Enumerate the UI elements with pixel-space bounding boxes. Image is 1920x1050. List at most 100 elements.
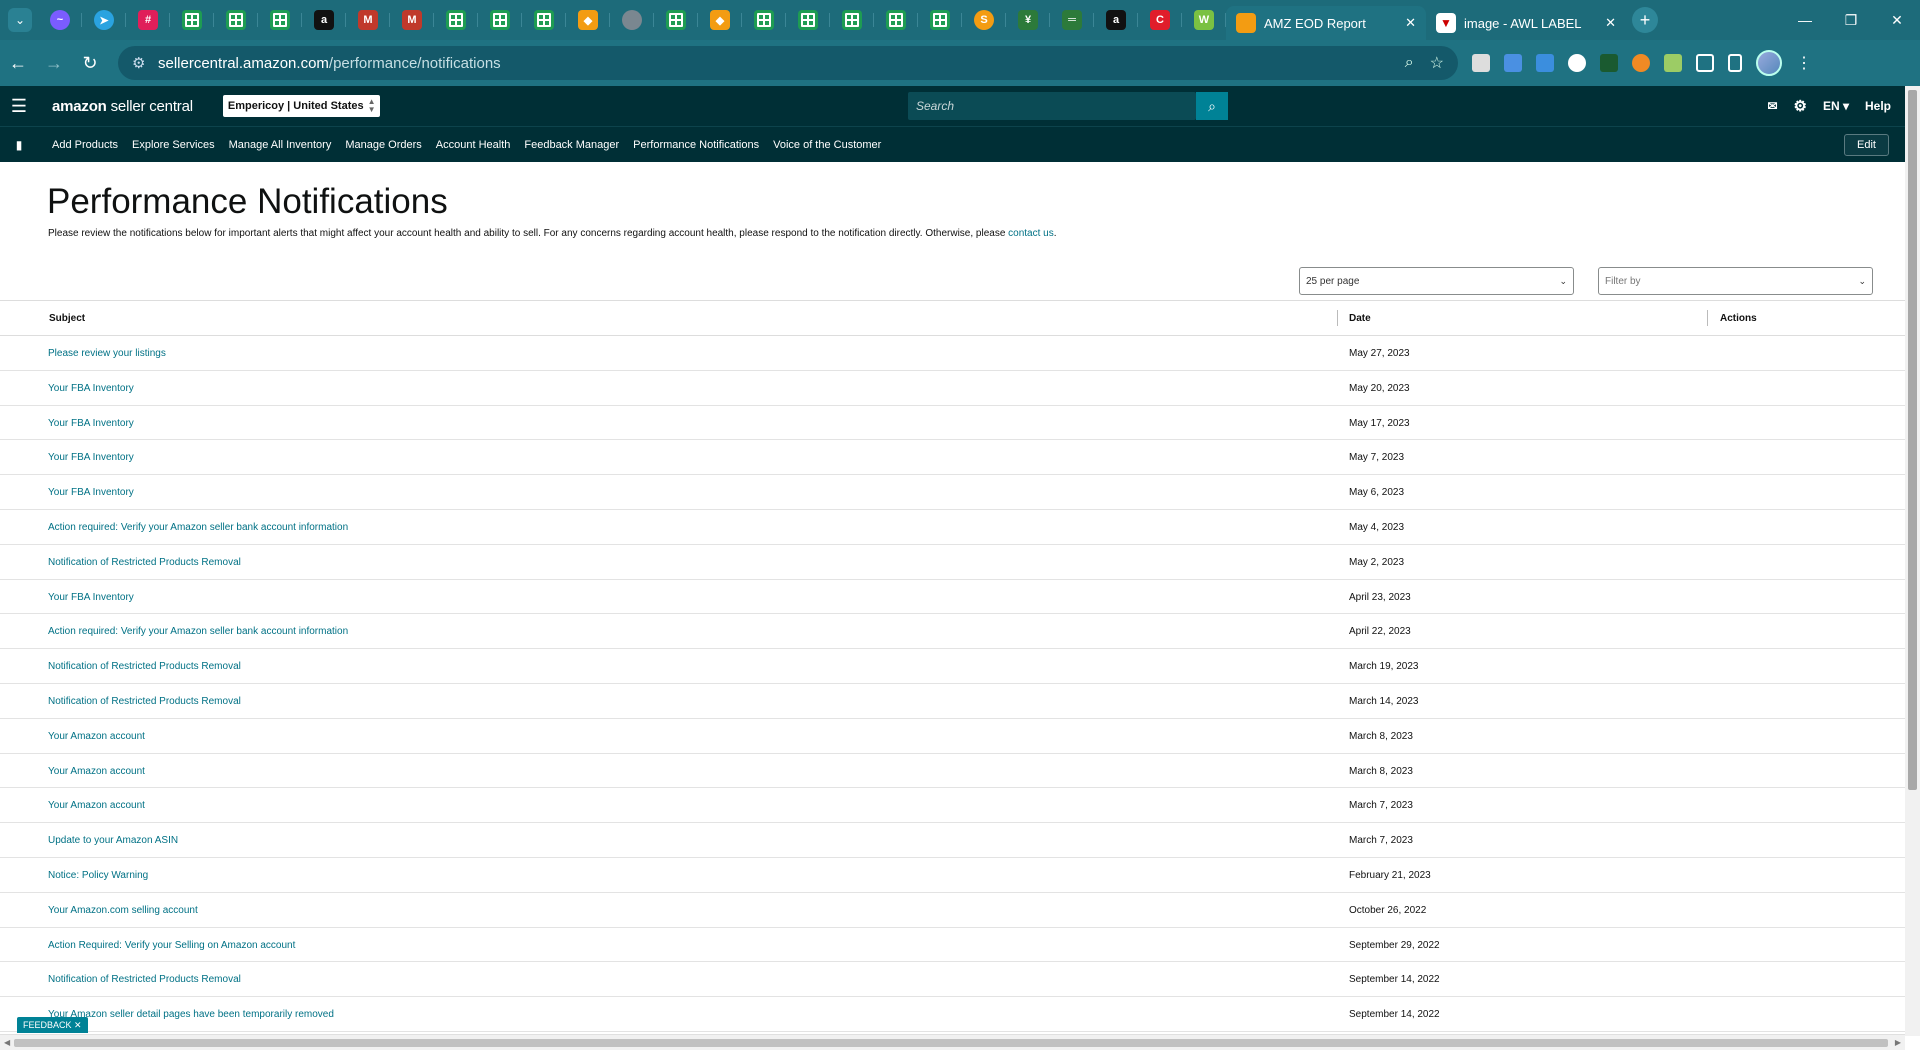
pinned-tab[interactable] — [258, 3, 302, 37]
tab-search-chevron-icon[interactable]: ⌄ — [8, 8, 32, 32]
close-icon[interactable]: ✕ — [74, 1020, 82, 1031]
notification-subject-link[interactable]: Your FBA Inventory — [48, 592, 134, 603]
scroll-left-icon[interactable]: ◀ — [4, 1038, 10, 1047]
close-window-icon[interactable]: ✕ — [1874, 12, 1920, 29]
pinned-tab[interactable]: # — [126, 3, 170, 37]
pinned-tab[interactable] — [654, 3, 698, 37]
notification-subject-link[interactable]: Notification of Restricted Products Remo… — [48, 661, 241, 672]
nav-account-health[interactable]: Account Health — [436, 139, 511, 151]
notification-subject-link[interactable]: Notice: Policy Warning — [48, 870, 148, 881]
settings-gear-icon[interactable]: ⚙ — [1794, 97, 1807, 115]
extensions-puzzle-icon[interactable] — [1696, 54, 1714, 72]
nav-manage-orders[interactable]: Manage Orders — [345, 139, 421, 151]
notification-subject-link[interactable]: Notification of Restricted Products Remo… — [48, 696, 241, 707]
edit-nav-button[interactable]: Edit — [1844, 134, 1889, 156]
col-subject[interactable]: Subject — [49, 313, 85, 324]
extension-icon[interactable] — [1568, 54, 1586, 72]
extension-icon[interactable] — [1664, 54, 1682, 72]
site-info-icon[interactable]: ⚙ — [132, 54, 148, 72]
pinned-tab[interactable] — [786, 3, 830, 37]
notification-subject-link[interactable]: Please review your listings — [48, 348, 166, 359]
extension-icon[interactable] — [1504, 54, 1522, 72]
address-bar[interactable]: ⚙ sellercentral.amazon.com/performance/n… — [118, 46, 1458, 80]
pinned-tab[interactable]: ➤ — [82, 3, 126, 37]
nav-add-products[interactable]: Add Products — [52, 139, 118, 151]
notification-subject-link[interactable]: Action required: Verify your Amazon sell… — [48, 626, 348, 637]
notification-subject-link[interactable]: Notification of Restricted Products Remo… — [48, 974, 241, 985]
new-tab-button[interactable]: + — [1632, 7, 1658, 33]
side-panel-icon[interactable] — [1728, 54, 1742, 72]
pinned-tab[interactable]: M — [346, 3, 390, 37]
search-input[interactable]: Search — [908, 92, 1196, 120]
notification-subject-link[interactable]: Your FBA Inventory — [48, 487, 134, 498]
bookmark-icon[interactable]: ▮ — [0, 138, 38, 152]
scrollbar-thumb[interactable] — [14, 1039, 1888, 1047]
scrollbar-thumb[interactable] — [1908, 90, 1917, 790]
pinned-tab[interactable] — [830, 3, 874, 37]
column-divider[interactable] — [1707, 310, 1708, 326]
pinned-tab[interactable]: S — [962, 3, 1006, 37]
pinned-tab[interactable]: ═ — [1050, 3, 1094, 37]
pinned-tab[interactable]: M — [390, 3, 434, 37]
forward-icon[interactable]: → — [36, 53, 72, 74]
nav-performance-notifications[interactable]: Performance Notifications — [633, 139, 759, 151]
pinned-tab[interactable]: ¥ — [1006, 3, 1050, 37]
seller-central-logo[interactable]: amazon seller central — [52, 98, 193, 115]
minimize-icon[interactable]: — — [1782, 12, 1828, 28]
notification-subject-link[interactable]: Notification of Restricted Products Remo… — [48, 557, 241, 568]
notification-subject-link[interactable]: Your FBA Inventory — [48, 383, 134, 394]
profile-avatar[interactable] — [1756, 50, 1782, 76]
horizontal-scrollbar[interactable]: ◀ ▶ — [0, 1034, 1905, 1050]
browser-menu-icon[interactable]: ⋮ — [1796, 53, 1812, 73]
hamburger-menu-icon[interactable]: ☰ — [0, 96, 38, 117]
nav-voice-of-the-customer[interactable]: Voice of the Customer — [773, 139, 881, 151]
pinned-tab[interactable]: W — [1182, 3, 1226, 37]
pinned-tab[interactable]: ◆ — [698, 3, 742, 37]
column-divider[interactable] — [1337, 310, 1338, 326]
notification-subject-link[interactable]: Your FBA Inventory — [48, 452, 134, 463]
search-button[interactable]: ⌕ — [1196, 92, 1228, 120]
restore-icon[interactable]: ❐ — [1828, 12, 1874, 29]
notification-subject-link[interactable]: Update to your Amazon ASIN — [48, 835, 178, 846]
contact-us-link[interactable]: contact us — [1008, 228, 1054, 239]
notification-subject-link[interactable]: Action required: Verify your Amazon sell… — [48, 522, 348, 533]
extension-icon[interactable] — [1632, 54, 1650, 72]
pinned-tab[interactable] — [918, 3, 962, 37]
bookmark-star-icon[interactable]: ☆ — [1430, 53, 1444, 73]
pinned-tab[interactable] — [874, 3, 918, 37]
notification-subject-link[interactable]: Action Required: Verify your Selling on … — [48, 940, 295, 951]
pinned-tab[interactable] — [434, 3, 478, 37]
notification-subject-link[interactable]: Your Amazon account — [48, 766, 145, 777]
pinned-tab[interactable] — [522, 3, 566, 37]
extension-icon[interactable] — [1600, 54, 1618, 72]
pinned-tab[interactable] — [170, 3, 214, 37]
filter-select[interactable]: Filter by ⌄ — [1598, 267, 1873, 295]
notification-subject-link[interactable]: Your FBA Inventory — [48, 418, 134, 429]
pinned-tab[interactable] — [214, 3, 258, 37]
pinned-tab[interactable] — [610, 3, 654, 37]
pinned-tab[interactable]: ◆ — [566, 3, 610, 37]
nav-explore-services[interactable]: Explore Services — [132, 139, 215, 151]
notification-subject-link[interactable]: Your Amazon.com selling account — [48, 905, 198, 916]
feedback-button[interactable]: FEEDBACK ✕ — [17, 1017, 88, 1033]
help-link[interactable]: Help — [1865, 99, 1891, 113]
pinned-tab[interactable]: ~ — [38, 3, 82, 37]
per-page-select[interactable]: 25 per page ⌄ — [1299, 267, 1574, 295]
extension-icon[interactable] — [1472, 54, 1490, 72]
pinned-tab[interactable]: a — [302, 3, 346, 37]
pinned-tab[interactable]: a — [1094, 3, 1138, 37]
zoom-icon[interactable]: ⌕ — [1405, 54, 1414, 72]
nav-feedback-manager[interactable]: Feedback Manager — [524, 139, 619, 151]
extension-icon[interactable] — [1536, 54, 1554, 72]
col-date[interactable]: Date — [1349, 313, 1371, 324]
back-icon[interactable]: ← — [0, 53, 36, 74]
close-tab-icon[interactable]: ✕ — [1405, 15, 1416, 31]
pinned-tab[interactable]: C — [1138, 3, 1182, 37]
tab-amz-eod-report[interactable]: AMZ EOD Report ✕ — [1226, 6, 1426, 40]
notification-subject-link[interactable]: Your Amazon account — [48, 731, 145, 742]
account-switcher[interactable]: Empericoy | United States ▲ ▼ — [222, 95, 380, 117]
vertical-scrollbar[interactable] — [1905, 86, 1920, 1036]
close-tab-icon[interactable]: ✕ — [1605, 15, 1616, 31]
pinned-tab[interactable] — [742, 3, 786, 37]
language-selector[interactable]: EN ▾ — [1823, 99, 1849, 113]
